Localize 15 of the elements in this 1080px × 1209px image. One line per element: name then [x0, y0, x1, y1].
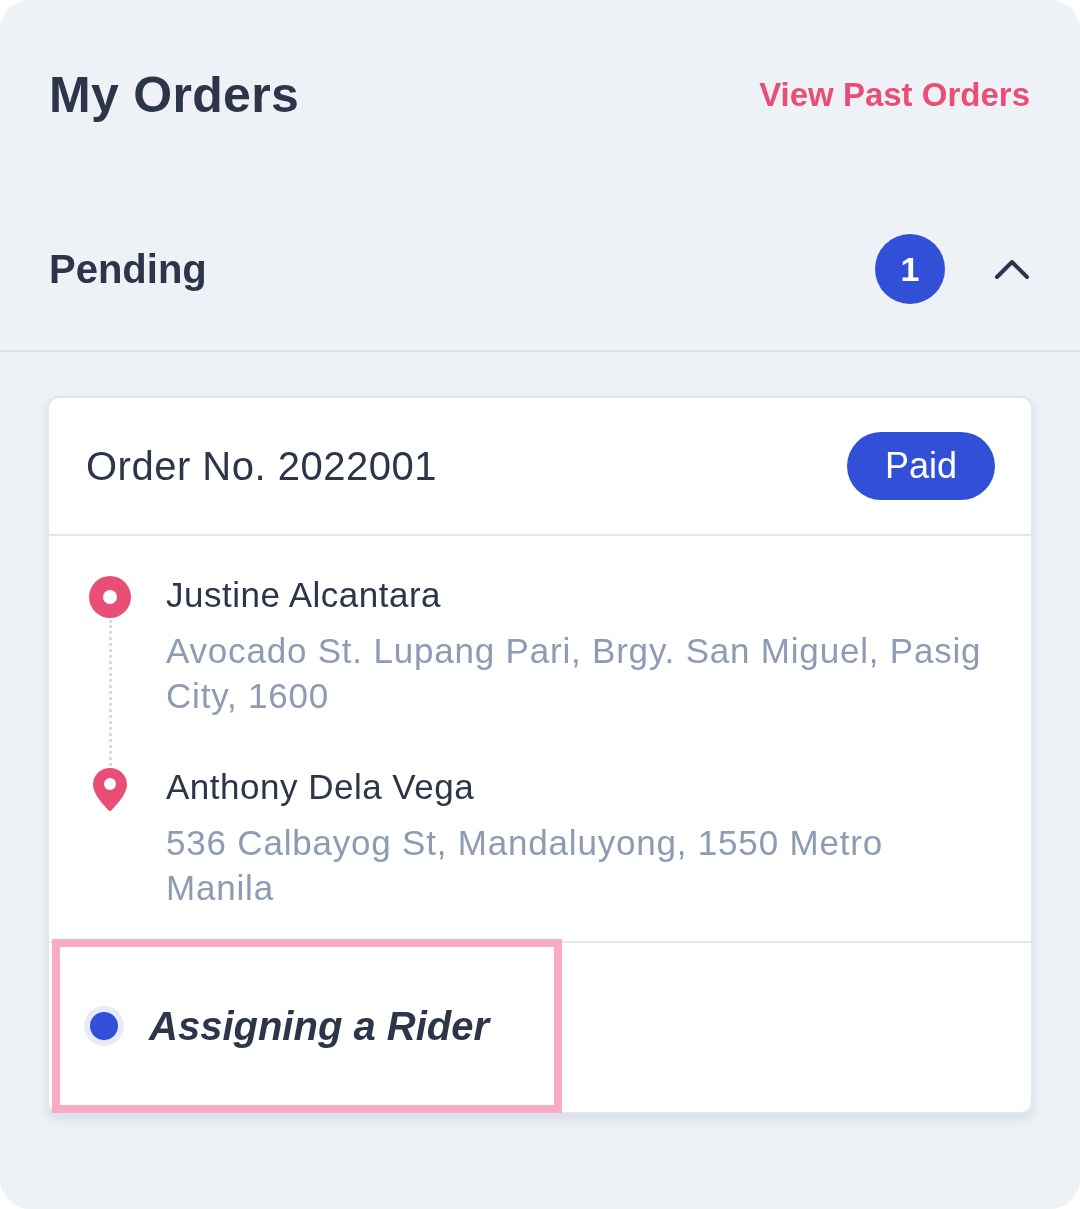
contact-name: Anthony Dela Vega [166, 766, 476, 808]
contact-name: Justine Alcantara [166, 574, 443, 616]
payment-status-badge: Paid [846, 432, 995, 500]
address-text: Avocado St. Lupang Pari, Brgy. San Miguel, Pasig City, 1600 [166, 630, 983, 717]
chevron-up-icon[interactable] [994, 258, 1030, 280]
address-text: 536 Calbayog St, Mandaluyong, 1550 Metro Manila [166, 822, 884, 909]
order-card[interactable]: Order No. 2022001 Paid Justine Alcantara Avocado St. Lupang Pari, Brgy. San Miguel, Pasig City, 1600 Anthony Dela Vega 536 Calbayog St, Mandaluyong, 1550 Metro Manila Assigning a Rider [47, 396, 1033, 1114]
order-status-text: Assigning a Rider [149, 1003, 490, 1049]
order-number: Order No. 2022001 [86, 443, 437, 489]
pickup-marker-icon [89, 576, 131, 618]
section-title: Pending [49, 246, 208, 292]
page-title: My Orders [49, 66, 299, 124]
count-badge: 1 [875, 234, 945, 304]
location-pin-icon [93, 768, 127, 811]
status-dot-icon [84, 1006, 124, 1046]
